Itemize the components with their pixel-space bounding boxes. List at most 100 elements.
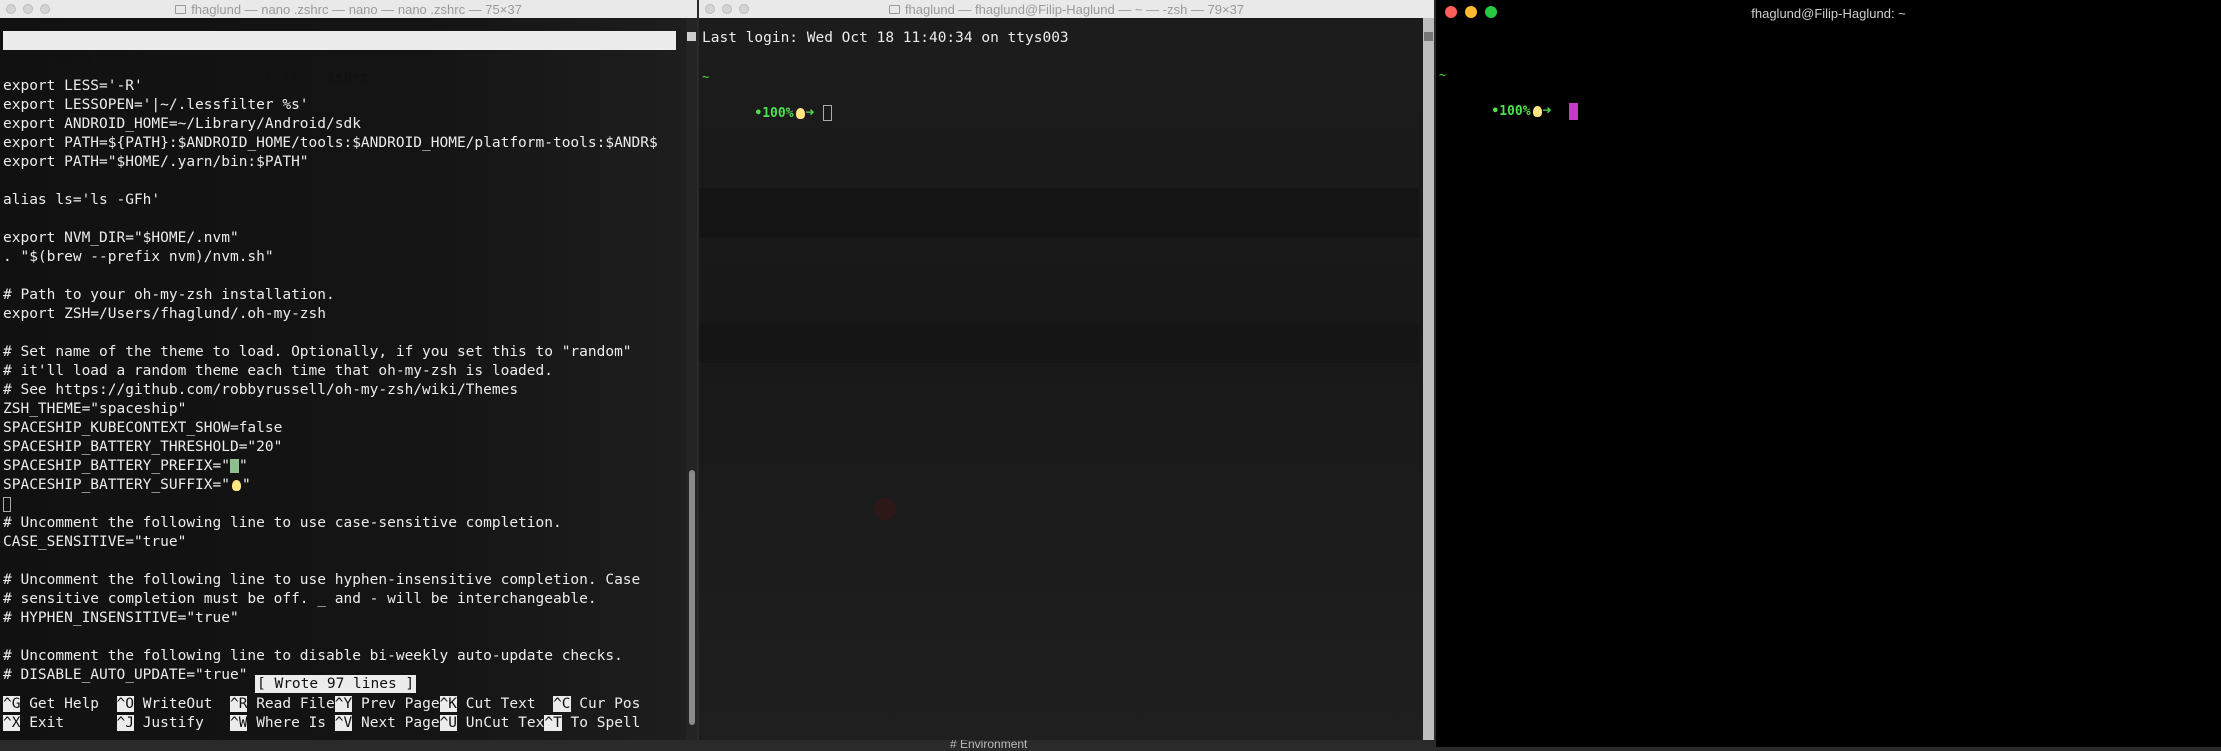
nano-window-titlebar[interactable]: fhaglund — nano .zshrc — nano — nano .zs… xyxy=(0,0,697,19)
shortcut-label: Get Help xyxy=(20,696,117,712)
cursor-block xyxy=(3,496,11,512)
shortcut-label: Next Page xyxy=(352,715,440,731)
nano-header-bar: GNU nano 2.0.6 File: .zshrc xyxy=(3,31,676,86)
blurred-background xyxy=(874,498,896,520)
zoom-button[interactable] xyxy=(1485,6,1497,18)
close-button[interactable] xyxy=(1445,6,1457,18)
shortcut-label: Where Is xyxy=(247,715,335,731)
file-content[interactable]: export LESS='-R' export LESSOPEN='|~/.le… xyxy=(0,58,680,698)
blurred-background xyxy=(699,323,1419,363)
scroll-up-arrow-icon[interactable] xyxy=(1424,32,1433,41)
shortcut-key: ^V xyxy=(334,715,353,731)
shortcut-where-is[interactable]: ^W Where Is xyxy=(230,714,335,733)
house-icon xyxy=(888,4,900,14)
code-line: export NVM_DIR="$HOME/.nvm" xyxy=(3,230,239,246)
code-line: SPACESHIP_BATTERY_THRESHOLD="20" xyxy=(3,439,283,455)
code-line: # HYPHEN_INSENSITIVE="true" xyxy=(3,610,239,626)
shortcut-key: ^O xyxy=(116,696,134,712)
code-line: # DISABLE_AUTO_UPDATE="true" xyxy=(3,667,248,683)
shortcut-key: ^U xyxy=(439,715,458,731)
shortcut-label: Cut Text xyxy=(457,696,554,712)
last-login-text: Last login: Wed Oct 18 11:40:34 on ttys0… xyxy=(702,30,1069,46)
shortcut-key: ^Y xyxy=(334,696,353,712)
lightbulb-icon xyxy=(231,479,241,491)
active-terminal-window[interactable]: fhaglund@Filip-Haglund: ~ ~ •100% ➜ xyxy=(1436,0,2221,747)
cursor-block xyxy=(823,105,832,121)
window-controls xyxy=(6,4,50,14)
shortcut-uncut-text[interactable]: ^U UnCut Tex xyxy=(439,714,545,733)
nano-window-title: fhaglund — nano .zshrc — nano — nano .zs… xyxy=(191,1,522,17)
window-controls xyxy=(705,4,749,14)
zsh-window-title: fhaglund — fhaglund@Filip-Haglund — ~ — … xyxy=(904,1,1245,17)
zoom-button[interactable] xyxy=(739,4,749,14)
active-window-titlebar[interactable]: fhaglund@Filip-Haglund: ~ xyxy=(1436,0,2221,26)
nano-shortcuts-row-1: ^G Get Help ^O WriteOut ^R Read File ^Y … xyxy=(3,695,640,714)
shell-prompt[interactable]: •100% ➜ xyxy=(1439,83,1578,120)
minimize-button[interactable] xyxy=(1465,6,1477,18)
code-line: export ZSH=/Users/fhaglund/.oh-my-zsh xyxy=(3,306,327,322)
shortcut-cur-pos[interactable]: ^C Cur Pos xyxy=(553,695,640,714)
code-line: # See https://github.com/robbyrussell/oh… xyxy=(3,382,519,398)
scroll-up-arrow-icon[interactable] xyxy=(687,32,696,41)
battery-percentage: •100% xyxy=(754,106,794,121)
active-terminal-content[interactable]: ~ •100% ➜ xyxy=(1436,26,2221,747)
shell-prompt[interactable]: •100% ➜ xyxy=(702,85,832,121)
nano-status-message: [ Wrote 97 lines ] xyxy=(255,675,417,693)
minimize-button[interactable] xyxy=(23,4,33,14)
text-cursor xyxy=(1568,102,1578,120)
code-line: # Set name of the theme to load. Optiona… xyxy=(3,344,632,360)
active-window-title: fhaglund@Filip-Haglund: ~ xyxy=(1751,5,1906,21)
text-cursor xyxy=(3,495,11,514)
shortcut-label: Exit xyxy=(20,715,117,731)
shortcut-cut-text[interactable]: ^K Cut Text xyxy=(439,695,554,714)
window-controls xyxy=(1445,6,1497,18)
code-line: # it'll load a random theme each time th… xyxy=(3,363,553,379)
code-line: # sensitive completion must be off. _ an… xyxy=(3,591,597,607)
shortcut-key: ^K xyxy=(439,696,458,712)
shortcut-next-page[interactable]: ^V Next Page xyxy=(334,714,440,733)
shortcut-exit[interactable]: ^X Exit xyxy=(3,714,117,733)
close-button[interactable] xyxy=(705,4,715,14)
vertical-scrollbar[interactable] xyxy=(686,18,697,740)
shortcut-key: ^T xyxy=(544,715,562,731)
shortcut-key: ^C xyxy=(553,696,571,712)
battery-percentage: •100% xyxy=(1491,104,1531,119)
prompt-arrow: ➜ xyxy=(1542,103,1552,119)
code-line: # Uncomment the following line to use hy… xyxy=(3,572,641,588)
code-line: export LESSOPEN='|~/.lessfilter %s' xyxy=(3,97,309,113)
shortcut-justify[interactable]: ^J Justify xyxy=(116,714,231,733)
code-line: ZSH_THEME="spaceship" xyxy=(3,401,187,417)
shortcut-get-help[interactable]: ^G Get Help xyxy=(3,695,117,714)
zsh-terminal-content[interactable]: Last login: Wed Oct 18 11:40:34 on ttys0… xyxy=(699,18,1434,740)
code-text: SPACESHIP_BATTERY_PREFIX=" xyxy=(3,458,230,474)
code-line: export LESS='-R' xyxy=(3,78,143,94)
shortcut-writeout[interactable]: ^O WriteOut xyxy=(116,695,231,714)
nano-editor-area[interactable]: GNU nano 2.0.6 File: .zshrc export LESS=… xyxy=(0,18,697,740)
scrollbar-thumb[interactable] xyxy=(689,470,695,725)
code-line: . "$(brew --prefix nvm)/nvm.sh" xyxy=(3,249,274,265)
shortcut-to-spell[interactable]: ^T To Spell xyxy=(544,714,640,733)
shortcut-label: UnCut Tex xyxy=(457,715,545,731)
close-button[interactable] xyxy=(6,4,16,14)
zsh-terminal-window[interactable]: fhaglund — fhaglund@Filip-Haglund — ~ — … xyxy=(699,0,1434,740)
prompt-arrow: ➜ xyxy=(805,105,815,121)
vertical-scrollbar[interactable] xyxy=(1423,18,1434,740)
code-line: export ANDROID_HOME=~/Library/Android/sd… xyxy=(3,116,361,132)
nano-shortcuts-row-2: ^X Exit ^J Justify ^W Where Is ^V Next P… xyxy=(3,714,640,733)
shortcut-label: Cur Pos xyxy=(570,696,641,712)
zsh-window-titlebar[interactable]: fhaglund — fhaglund@Filip-Haglund — ~ — … xyxy=(699,0,1434,19)
battery-glyph-icon xyxy=(229,459,239,473)
shortcut-prev-page[interactable]: ^Y Prev Page xyxy=(334,695,440,714)
minimize-button[interactable] xyxy=(722,4,732,14)
shortcut-label: Read File xyxy=(247,696,335,712)
shortcut-read-file[interactable]: ^R Read File xyxy=(230,695,335,714)
code-line: export PATH="$HOME/.yarn/bin:$PATH" xyxy=(3,154,309,170)
code-text: " xyxy=(241,477,251,493)
lightbulb-icon xyxy=(795,107,805,119)
code-line: export PATH=${PATH}:$ANDROID_HOME/tools:… xyxy=(3,135,658,151)
zoom-button[interactable] xyxy=(40,4,50,14)
nano-terminal-window[interactable]: fhaglund — nano .zshrc — nano — nano .zs… xyxy=(0,0,697,740)
code-line: SPACESHIP_BATTERY_PREFIX=" " xyxy=(3,457,248,476)
code-text: SPACESHIP_BATTERY_SUFFIX=" xyxy=(3,477,230,493)
shortcut-key: ^W xyxy=(230,715,248,731)
